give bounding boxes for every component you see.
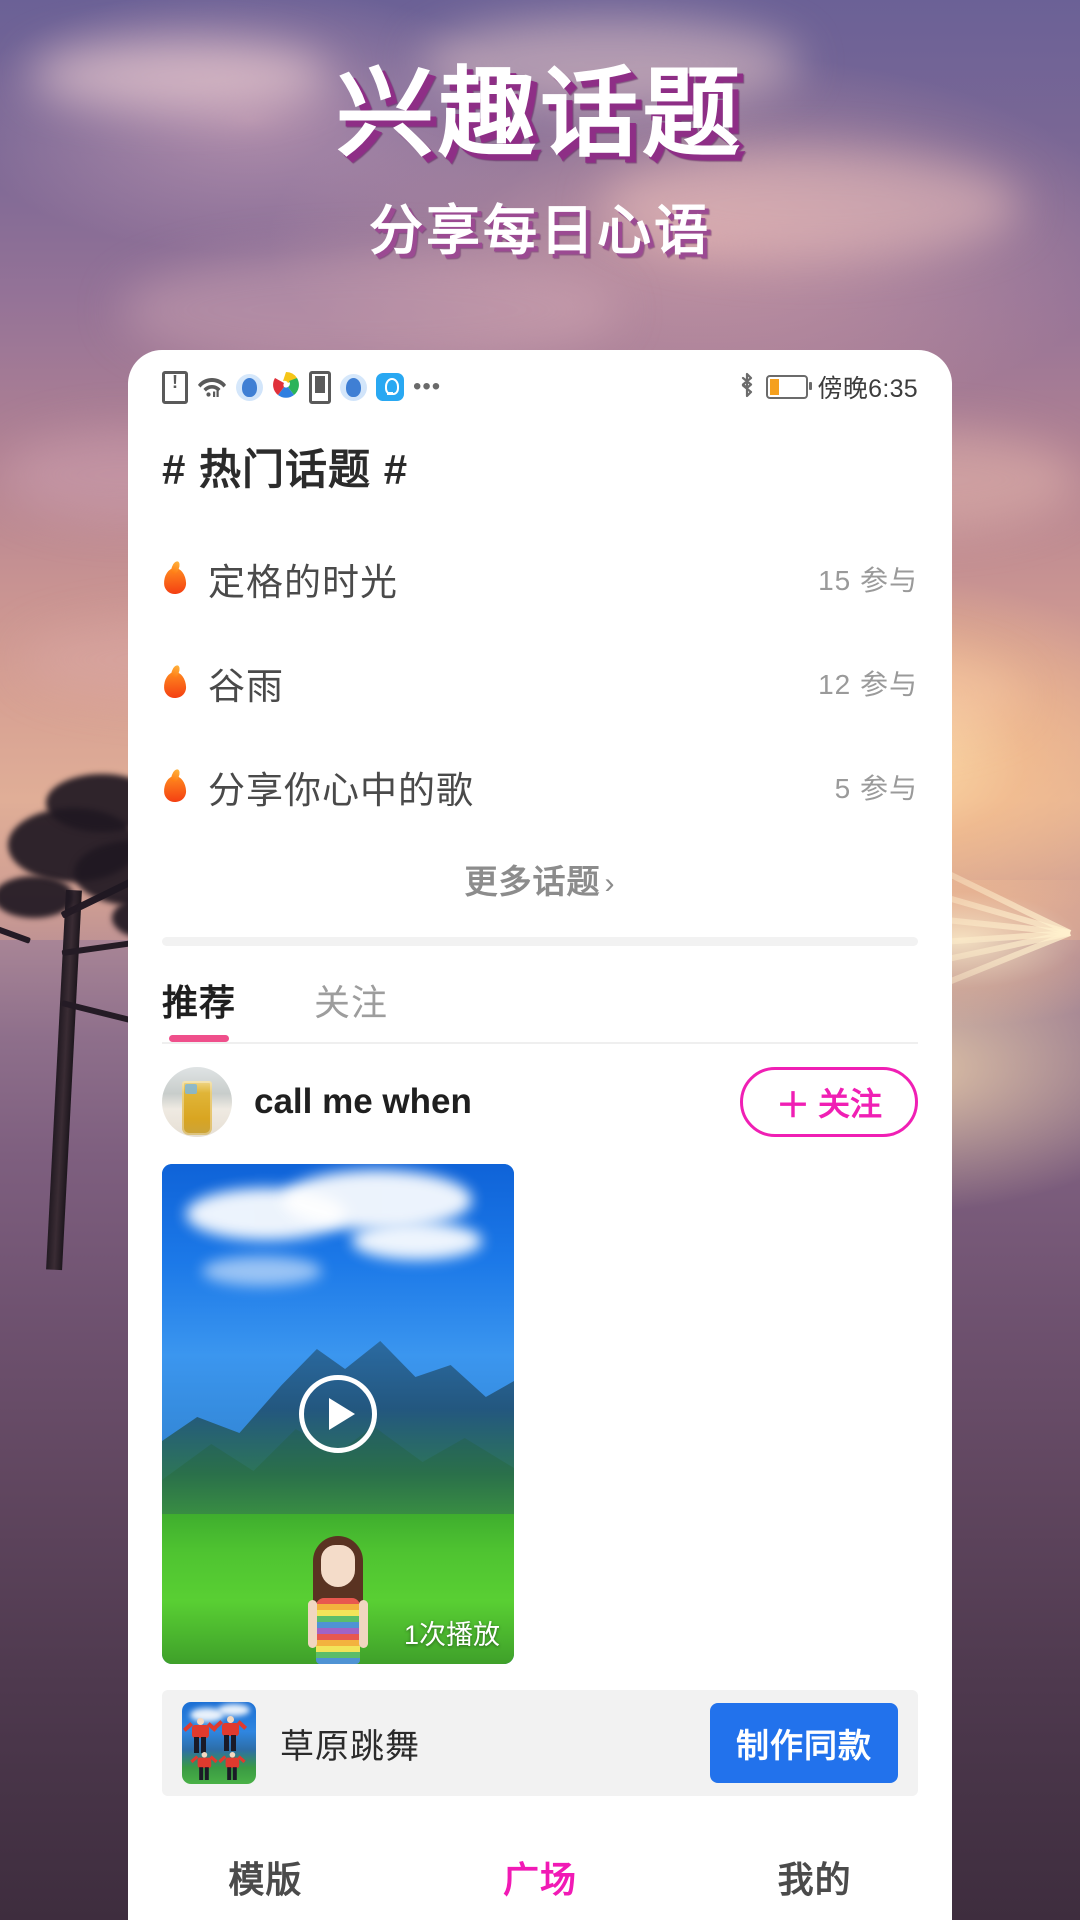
nav-item-profile[interactable]: 我的 <box>677 1851 952 1903</box>
topic-row[interactable]: 分享你心中的歌 5 参与 <box>162 735 918 839</box>
tree-branch <box>0 918 32 944</box>
feed-list: call me when ＋ 关注 1次播放 草原跳舞 制作同款 <box>128 1044 952 1796</box>
nav-item-templates[interactable]: 模版 <box>128 1851 403 1903</box>
status-bar-time: 傍晚6:35 <box>817 375 918 403</box>
post-header: call me when ＋ 关注 <box>162 1044 918 1160</box>
make-same-button[interactable]: 制作同款 <box>710 1703 898 1783</box>
phone-mockup: ••• 傍晚6:35 # 热门话题 # 定格的时光 15 参与 谷雨 12 参与 <box>128 350 952 1920</box>
battery-low-icon <box>765 375 812 399</box>
app-blue-icon <box>236 373 263 401</box>
status-bar-left: ••• <box>162 369 442 404</box>
hot-topics-heading: # 热门话题 # <box>162 446 409 493</box>
follow-button[interactable]: ＋ 关注 <box>740 1067 918 1137</box>
play-icon[interactable] <box>299 1375 377 1453</box>
hero-banner: 兴趣话题 分享每日心语 <box>0 58 1080 265</box>
bottom-navigation: 模版 广场 我的 <box>128 1834 952 1920</box>
bluetooth-icon <box>738 371 756 404</box>
flame-icon <box>162 770 188 804</box>
app-blue-icon <box>340 373 367 401</box>
feed-tabs: 推荐 关注 <box>162 946 918 1044</box>
video-person <box>294 1536 382 1664</box>
colorwheel-icon <box>272 371 300 404</box>
person-face <box>321 1545 355 1587</box>
tab-following[interactable]: 关注 <box>314 974 388 1042</box>
topic-participants: 12 参与 <box>818 669 918 700</box>
follow-button-label: 关注 <box>817 1086 882 1122</box>
video-cloud <box>282 1170 472 1230</box>
avatar[interactable] <box>162 1067 232 1137</box>
chevron-right-icon: › <box>604 867 616 900</box>
more-topics-link[interactable]: 更多话题 › <box>128 855 952 903</box>
wifi-icon <box>197 372 227 403</box>
hot-topics-list: 定格的时光 15 参与 谷雨 12 参与 分享你心中的歌 5 参与 <box>162 527 918 839</box>
person-top <box>316 1598 360 1664</box>
sim-alert-icon <box>162 369 188 404</box>
video-cloud <box>352 1222 482 1260</box>
more-dots-icon: ••• <box>413 373 442 400</box>
video-cloud <box>202 1256 322 1286</box>
flame-icon <box>162 562 188 596</box>
post-video-thumbnail[interactable]: 1次播放 <box>162 1164 514 1664</box>
nav-item-square[interactable]: 广场 <box>403 1851 678 1903</box>
page-subtitle: 分享每日心语 <box>369 200 711 261</box>
music-thumbnail <box>182 1702 256 1784</box>
avatar-ice <box>185 1084 197 1094</box>
topic-name: 谷雨 <box>208 666 284 707</box>
section-divider <box>162 937 918 946</box>
status-bar: ••• 傍晚6:35 <box>128 350 952 414</box>
person-arm <box>359 1600 368 1648</box>
status-bar-right: 傍晚6:35 <box>738 369 918 405</box>
plus-icon: ＋ <box>775 1086 810 1125</box>
lightbulb-icon <box>376 373 404 401</box>
thumb-cloud <box>218 1704 250 1716</box>
video-play-count: 1次播放 <box>403 1620 500 1650</box>
topic-participants: 5 参与 <box>834 773 918 804</box>
flame-icon <box>162 666 188 700</box>
music-title: 草原跳舞 <box>280 1727 420 1766</box>
topic-row[interactable]: 谷雨 12 参与 <box>162 631 918 735</box>
topic-name: 定格的时光 <box>208 562 398 603</box>
page-title: 兴趣话题 <box>335 58 744 168</box>
more-topics-label: 更多话题 <box>464 863 601 900</box>
battery-small-icon <box>309 370 331 404</box>
topic-participants: 15 参与 <box>818 565 918 596</box>
topic-row[interactable]: 定格的时光 15 参与 <box>162 527 918 631</box>
post-username[interactable]: call me when <box>254 1082 472 1122</box>
music-template-bar[interactable]: 草原跳舞 制作同款 <box>162 1690 918 1796</box>
tab-recommend[interactable]: 推荐 <box>162 974 236 1042</box>
topic-name: 分享你心中的歌 <box>208 770 474 811</box>
person-arm <box>308 1600 317 1648</box>
